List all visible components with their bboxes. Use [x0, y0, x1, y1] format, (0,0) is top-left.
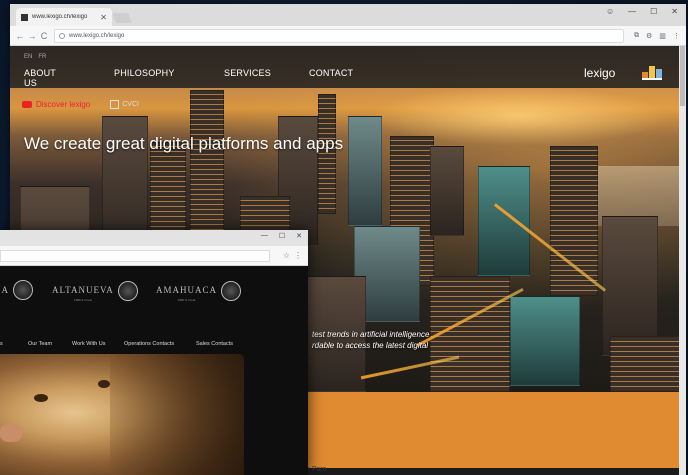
window-controls: — ☐ ✕	[261, 232, 302, 240]
address-text: www.lexigo.ch/lexigo	[69, 32, 125, 39]
logo-subtitle: 1880 & Creat	[74, 298, 92, 302]
address-toolbar: ☆ ⋮	[0, 246, 308, 266]
browser-menu-icon[interactable]: ⋮	[673, 32, 680, 40]
cvci-label: CVCI	[122, 101, 139, 108]
bookmark-star-icon[interactable]: ☆	[283, 251, 290, 260]
nav-sales-contacts[interactable]: Sales Contacts	[196, 341, 233, 347]
extension-icon[interactable]: ⚙	[646, 32, 652, 40]
minimize-button[interactable]: —	[261, 232, 268, 240]
page-scrollbar[interactable]	[679, 46, 686, 475]
maximize-button[interactable]: ☐	[279, 232, 285, 240]
scrollbar-thumb[interactable]	[680, 46, 685, 106]
lion-eye	[98, 380, 110, 388]
hero-headline: We create great digital platforms and ap…	[24, 134, 344, 153]
seal-icon	[117, 281, 138, 301]
lion-eye	[34, 394, 48, 402]
cast-icon[interactable]: ⧉	[634, 32, 639, 40]
logo-name: ALTANUEVA	[52, 285, 114, 295]
forward-button[interactable]: →	[26, 31, 38, 41]
cvci-badge[interactable]: CVCI	[110, 100, 139, 109]
building	[318, 94, 336, 214]
building	[478, 166, 530, 276]
youtube-label: Discover lexigo	[36, 100, 91, 109]
address-bar[interactable]	[0, 250, 270, 262]
building	[430, 146, 464, 236]
altanueva-page: NA ALTANUEVA 1880 & Creat AMAHUACA 1880 …	[0, 266, 308, 475]
logo-amahuaca[interactable]: AMAHUACA 1880 & Creat	[156, 280, 242, 302]
building	[550, 146, 598, 296]
lang-en-link[interactable]: EN	[24, 54, 32, 60]
logo-altanueva[interactable]: ALTANUEVA 1880 & Creat	[52, 280, 138, 302]
hero-subtext: test trends in artificial intelligence r…	[312, 329, 429, 351]
building	[602, 216, 658, 356]
desktop: www.lexigo.ch/lexigo ✕ ☺ — ☐ ✕ ← → C www…	[0, 0, 688, 475]
minimize-button[interactable]: —	[628, 7, 636, 16]
lion-hero-image	[0, 354, 244, 475]
nav-services[interactable]: SERVICES	[224, 68, 271, 78]
building	[610, 336, 680, 392]
brand-logos-row: NA ALTANUEVA 1880 & Creat AMAHUACA 1880 …	[0, 280, 300, 310]
logo-name: NA	[0, 285, 9, 295]
lang-fr-link[interactable]: FR	[38, 54, 46, 60]
lion-mane	[110, 354, 244, 475]
site-info-icon[interactable]	[59, 32, 65, 39]
reload-button[interactable]: C	[38, 31, 50, 41]
favicon-icon	[21, 13, 28, 21]
seal-icon	[221, 281, 242, 301]
nav-our-team[interactable]: Our Team	[28, 341, 52, 347]
logo-partial[interactable]: NA	[0, 280, 33, 300]
nav-work-with-us[interactable]: Work With Us	[72, 341, 106, 347]
nav-philosophy[interactable]: PHILOSOPHY	[114, 68, 175, 78]
site-header: EN FR ABOUT US PHILOSOPHY SERVICES CONTA…	[10, 46, 686, 88]
brand-bars-icon	[642, 64, 664, 80]
tab-title: www.lexigo.ch/lexigo	[32, 14, 88, 20]
section-text-fragment: a Para	[306, 466, 327, 473]
nav-item-partial[interactable]: s	[0, 341, 3, 347]
address-toolbar: ← → C www.lexigo.ch/lexigo ⧉ ⚙ ▥ ⋮	[10, 26, 686, 46]
logo-subtitle: 1880 & Creat	[177, 298, 196, 302]
hero-subtext-line: rdable to access the latest digital	[312, 341, 429, 350]
nav-about-us[interactable]: ABOUT US	[24, 68, 56, 88]
address-bar[interactable]: www.lexigo.ch/lexigo	[54, 28, 624, 43]
brand-logo-text[interactable]: lexigo	[584, 66, 615, 80]
logo-name: AMAHUACA	[156, 285, 218, 295]
building	[510, 296, 580, 386]
account-icon[interactable]: ☺	[606, 7, 614, 16]
seal-icon	[13, 280, 33, 300]
nav-operations-contacts[interactable]: Operations Contacts	[124, 341, 174, 347]
youtube-link[interactable]: Discover lexigo	[22, 100, 90, 109]
lion-nose	[0, 424, 22, 442]
browser-tab-lexigo[interactable]: www.lexigo.ch/lexigo ✕	[16, 8, 112, 26]
site-nav: s Our Team Work With Us Operations Conta…	[0, 338, 300, 352]
window-controls: ☺ — ☐ ✕	[606, 7, 678, 16]
language-switcher: EN FR	[24, 54, 46, 60]
browser-menu-icon[interactable]: ⋮	[294, 251, 302, 260]
building	[190, 90, 224, 250]
building	[348, 116, 382, 226]
maximize-button[interactable]: ☐	[650, 7, 657, 16]
title-bar: — ☐ ✕	[0, 230, 308, 246]
tab-bar: www.lexigo.ch/lexigo ✕ ☺ — ☐ ✕	[10, 4, 686, 26]
back-button[interactable]: ←	[14, 31, 26, 41]
close-window-button[interactable]: ✕	[296, 232, 302, 240]
hero-subtext-line: test trends in artificial intelligence	[312, 330, 430, 339]
close-window-button[interactable]: ✕	[671, 7, 678, 16]
extension-tray: ⧉ ⚙ ▥ ⋮	[634, 32, 680, 40]
cvci-logo-icon	[110, 100, 120, 109]
logo-text-group: AMAHUACA 1880 & Creat	[156, 280, 217, 302]
logo-text-group: ALTANUEVA 1880 & Creat	[52, 280, 114, 302]
new-tab-button[interactable]	[112, 13, 132, 23]
browser-window-altanueva: — ☐ ✕ ☆ ⋮ NA ALTANUEVA 1880 & Creat	[0, 230, 308, 475]
close-tab-icon[interactable]: ✕	[100, 13, 107, 22]
hero-badges: Discover lexigo CVCI	[22, 100, 139, 109]
nav-contact[interactable]: CONTACT	[309, 68, 353, 78]
youtube-play-icon	[22, 101, 32, 108]
extension-icon[interactable]: ▥	[659, 32, 666, 40]
